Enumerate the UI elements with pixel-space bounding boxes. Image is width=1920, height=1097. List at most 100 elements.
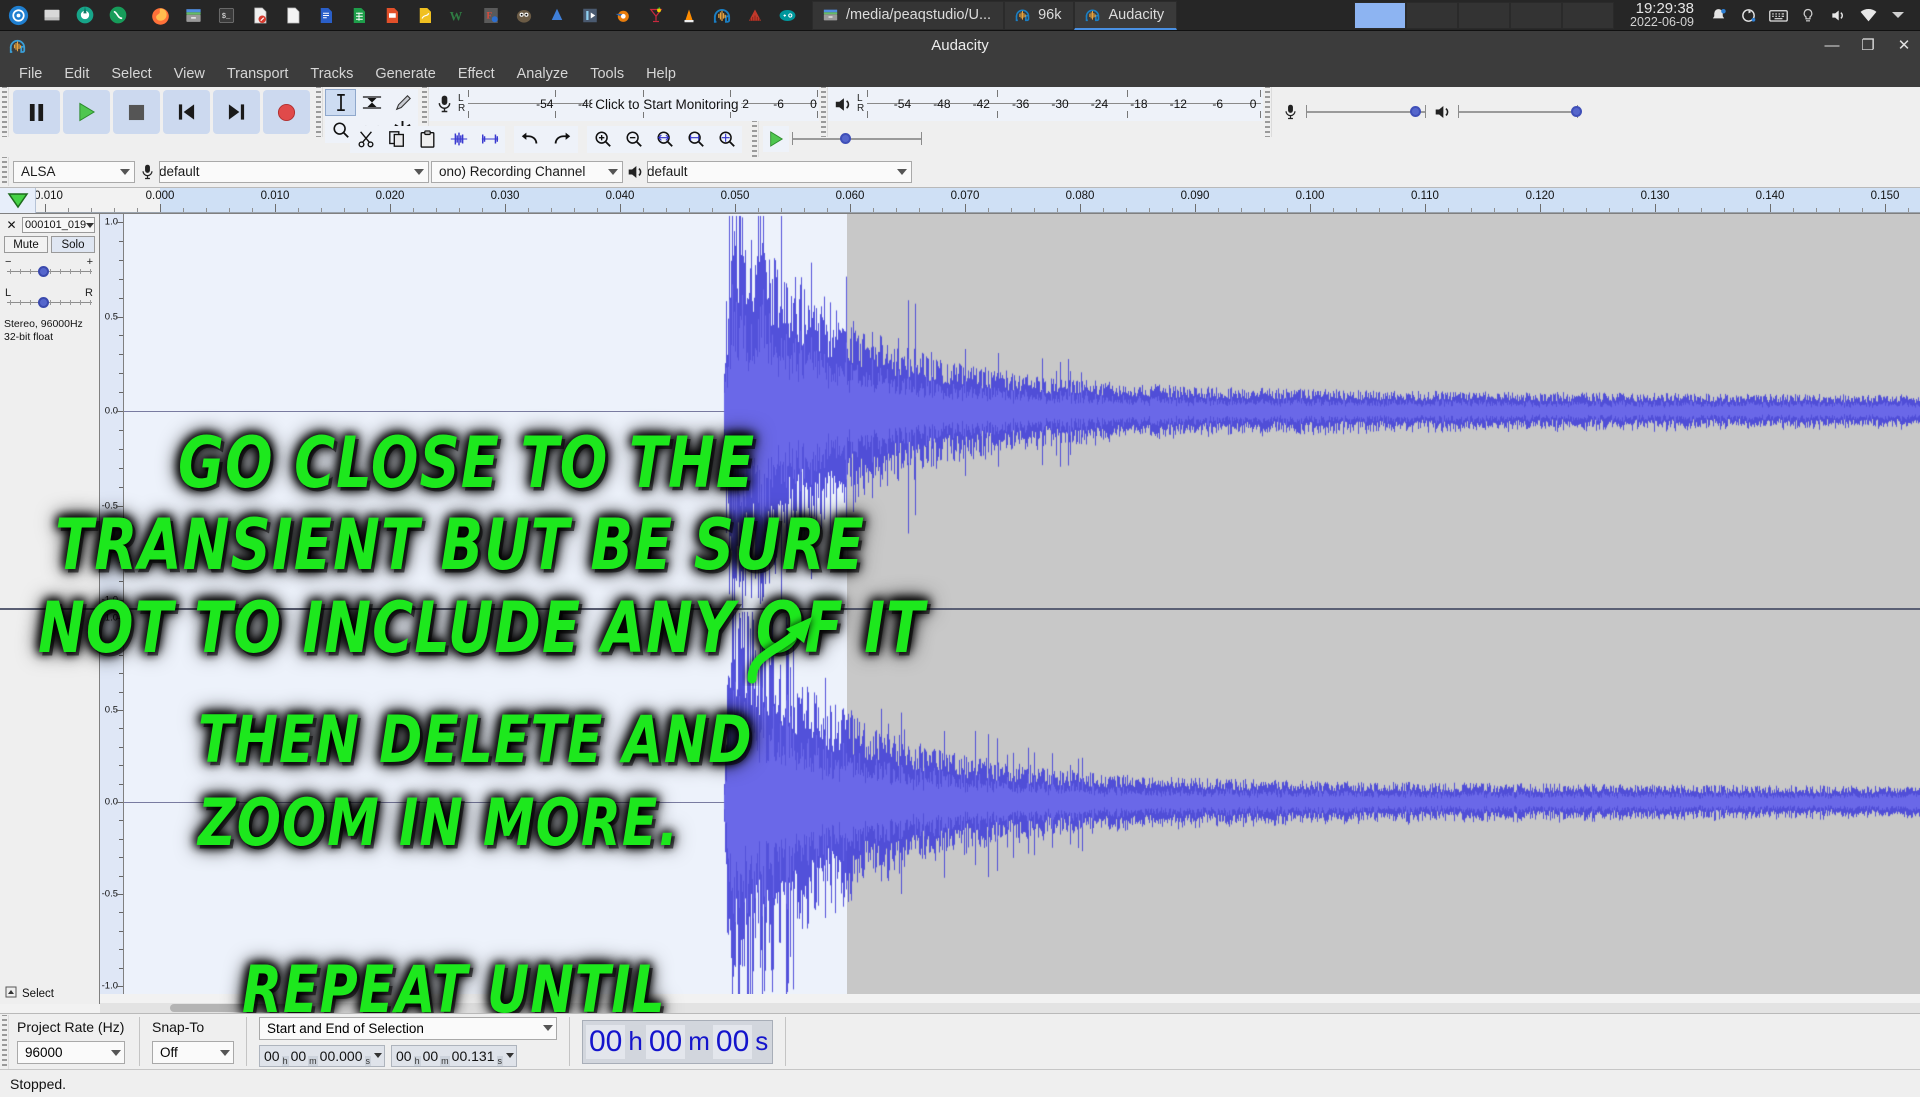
speaker-icon[interactable] — [830, 96, 856, 113]
recording-device-select[interactable]: default — [159, 161, 429, 183]
trim-outside-selection-button[interactable] — [443, 126, 474, 153]
audio-host-select[interactable]: ALSA — [13, 161, 135, 183]
fit-selection-button[interactable] — [649, 126, 680, 153]
maximize-button[interactable]: ❐ — [1858, 38, 1878, 53]
menu-edit[interactable]: Edit — [53, 63, 100, 85]
audio-peak-icon[interactable] — [738, 0, 771, 31]
shutter-icon[interactable] — [68, 0, 101, 31]
archive-icon[interactable] — [177, 0, 210, 31]
writer-icon[interactable] — [309, 0, 342, 31]
menu-file[interactable]: File — [8, 63, 53, 85]
kdenlive-icon[interactable] — [573, 0, 606, 31]
collapse-icon[interactable] — [5, 985, 17, 1003]
recording-meter-scale[interactable]: -54 -48 -4 8 -12 -6 0 Click to Start Mon… — [468, 89, 817, 119]
menu-tracks[interactable]: Tracks — [299, 63, 364, 85]
taskbar-window-files[interactable]: /media/peaqstudio/U... — [812, 1, 1004, 30]
paste-button[interactable] — [412, 126, 443, 153]
horizontal-scrollbar[interactable] — [100, 1003, 1920, 1013]
selection-end-time[interactable]: 00 h 00 m 00.131 s — [391, 1045, 517, 1067]
track-name-button[interactable]: 000101_019 — [22, 217, 95, 233]
device-toolbar-grip[interactable] — [0, 157, 9, 186]
chevron-down-icon[interactable] — [374, 1053, 382, 1058]
playback-meter-toolbar[interactable]: L R -54 -48 -42 -36 -30 -24 -18 -12 — [828, 87, 1263, 121]
recording-meter-toolbar[interactable]: L R -54 -48 -4 8 -12 -6 0 — [429, 87, 819, 121]
volume-icon[interactable] — [1824, 0, 1852, 31]
timeline-ruler[interactable]: - 0.0100.0000.0100.0200.0300.0400.0500.0… — [36, 188, 1920, 213]
play-at-speed-grip[interactable] — [750, 121, 759, 157]
scrollbar-thumb[interactable] — [170, 1004, 300, 1012]
fit-project-button[interactable] — [680, 126, 711, 153]
cut-button[interactable] — [350, 126, 381, 153]
menu-analyze[interactable]: Analyze — [506, 63, 580, 85]
silence-selection-button[interactable] — [474, 126, 505, 153]
fontforge-icon[interactable]: F — [474, 0, 507, 31]
selection-tool[interactable] — [325, 89, 356, 116]
track-select-row[interactable]: Select — [0, 984, 100, 1004]
playback-meter-scale[interactable]: -54 -48 -42 -36 -30 -24 -18 -12 -6 0 — [867, 89, 1261, 119]
waveform-channel-1[interactable] — [124, 214, 1920, 608]
firefox-icon[interactable] — [144, 0, 177, 31]
menu-effect[interactable]: Effect — [447, 63, 506, 85]
close-button[interactable]: ✕ — [1894, 38, 1914, 53]
workspace-3[interactable] — [1458, 2, 1510, 29]
draw-icon[interactable] — [408, 0, 441, 31]
audacity-icon[interactable] — [705, 0, 738, 31]
zoom-out-button[interactable] — [618, 126, 649, 153]
pineapple-icon[interactable] — [639, 0, 672, 31]
menu-tools[interactable]: Tools — [579, 63, 635, 85]
snap-to-select[interactable]: Off — [152, 1041, 234, 1064]
workspace-1[interactable] — [1354, 2, 1406, 29]
workspace-5[interactable] — [1562, 2, 1614, 29]
workspace-4[interactable] — [1510, 2, 1562, 29]
playback-speed-slider[interactable] — [792, 126, 922, 152]
notification-bell-icon[interactable] — [1704, 0, 1732, 31]
audio-position-time[interactable]: 00 h 00 m 00 s — [582, 1020, 773, 1064]
undo-button[interactable] — [514, 126, 546, 153]
pinned-play-head-icon[interactable] — [0, 188, 36, 213]
copy-button[interactable] — [381, 126, 412, 153]
taskbar-window-96k[interactable]: 96k — [1004, 1, 1074, 30]
workspace-2[interactable] — [1406, 2, 1458, 29]
vlc-icon[interactable] — [672, 0, 705, 31]
workspace-switcher[interactable] — [1354, 0, 1614, 31]
pan-slider[interactable]: L R — [4, 289, 95, 310]
gimp-icon[interactable] — [507, 0, 540, 31]
menu-help[interactable]: Help — [635, 63, 687, 85]
selection-mode-select[interactable]: Start and End of Selection — [259, 1017, 557, 1040]
sync-icon[interactable] — [1734, 0, 1762, 31]
inkscape-icon[interactable] — [540, 0, 573, 31]
gain-slider[interactable]: − + — [4, 258, 95, 279]
winehq-icon[interactable]: W — [441, 0, 474, 31]
brightness-icon[interactable] — [1794, 0, 1822, 31]
chevron-down-icon[interactable] — [506, 1053, 514, 1058]
calc-icon[interactable] — [342, 0, 375, 31]
zoom-in-button[interactable] — [587, 126, 618, 153]
playback-device-select[interactable]: default — [647, 161, 912, 183]
page-icon[interactable] — [276, 0, 309, 31]
chevron-down-icon[interactable] — [1884, 0, 1912, 31]
keyboard-icon[interactable] — [1764, 0, 1792, 31]
play-at-speed-button[interactable] — [763, 126, 789, 152]
files-icon[interactable] — [35, 0, 68, 31]
close-track-button[interactable]: ✕ — [4, 218, 19, 233]
minimize-button[interactable]: — — [1822, 38, 1842, 53]
menu-transport[interactable]: Transport — [216, 63, 300, 85]
waveform-channel-2[interactable] — [124, 610, 1920, 994]
menu-generate[interactable]: Generate — [364, 63, 446, 85]
menu-select[interactable]: Select — [100, 63, 162, 85]
mute-button[interactable]: Mute — [4, 236, 48, 253]
taskbar-window-audacity[interactable]: Audacity — [1074, 1, 1177, 30]
ubuntu-logo-icon[interactable] — [2, 0, 35, 31]
project-rate-select[interactable]: 96000 — [17, 1041, 125, 1064]
solo-button[interactable]: Solo — [51, 236, 95, 253]
terminal-icon[interactable]: $_ — [210, 0, 243, 31]
pdf-icon[interactable] — [243, 0, 276, 31]
recording-channels-select[interactable]: ono) Recording Channel — [431, 161, 623, 183]
arduino-icon[interactable] — [771, 0, 804, 31]
wifi-icon[interactable] — [1854, 0, 1882, 31]
blender-icon[interactable] — [606, 0, 639, 31]
redo-button[interactable] — [546, 126, 578, 153]
menu-view[interactable]: View — [163, 63, 216, 85]
gitkraken-icon[interactable] — [101, 0, 134, 31]
selection-start-time[interactable]: 00 h 00 m 00.000 s — [259, 1045, 385, 1067]
